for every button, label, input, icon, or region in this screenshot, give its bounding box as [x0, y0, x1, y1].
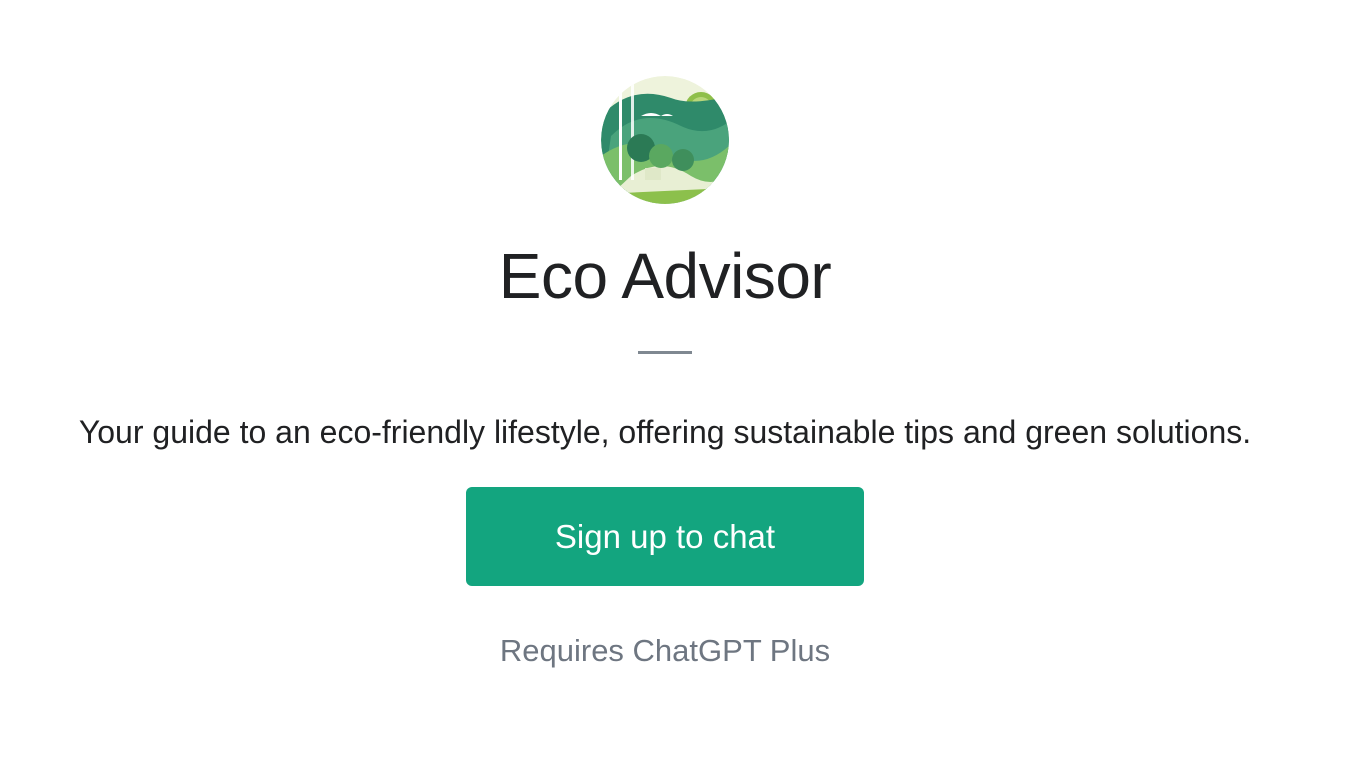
sign-up-to-chat-button[interactable]: Sign up to chat: [466, 487, 864, 586]
plan-requirement-text: Requires ChatGPT Plus: [499, 633, 831, 668]
gpt-description: Your guide to an eco-friendly lifestyle,…: [78, 414, 1252, 450]
title-divider: [638, 351, 692, 354]
gpt-avatar: [601, 76, 729, 204]
eco-landscape-avatar-icon: [601, 76, 729, 204]
gpt-landing-page: Eco Advisor Your guide to an eco-friendl…: [0, 0, 1360, 764]
gpt-title: Eco Advisor: [498, 240, 832, 312]
